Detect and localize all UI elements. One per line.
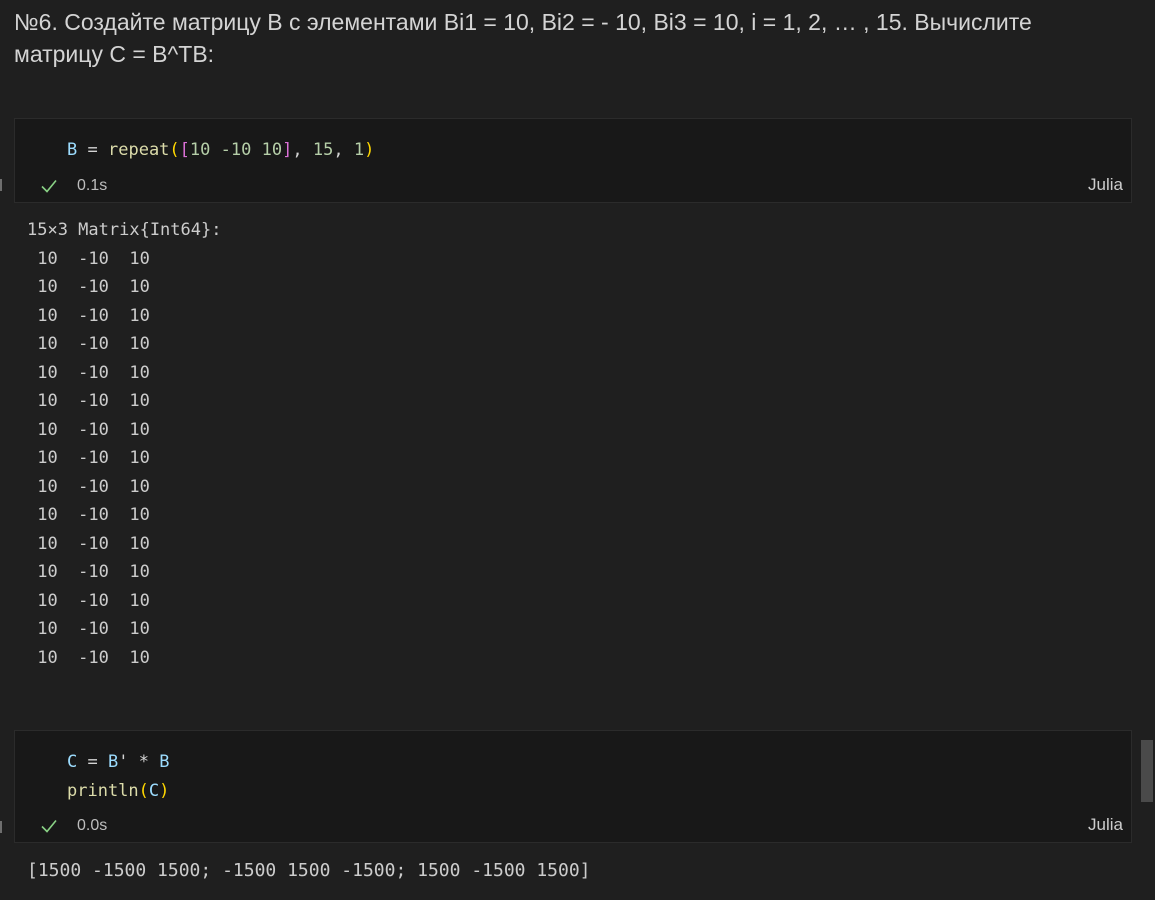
check-icon: [41, 179, 57, 193]
matrix-row: 10 -10 10: [27, 619, 150, 639]
matrix-row: 10 -10 10: [27, 476, 150, 497]
execution-status: 0.1s: [39, 176, 107, 196]
check-icon: [41, 819, 57, 833]
matrix-row: 10 -10 10: [27, 419, 150, 440]
code-editor[interactable]: C = B' * B println(C): [67, 748, 169, 806]
matrix-row: 10 -10 10: [27, 248, 150, 269]
output-matrix: 10 -10 10 10 -10 10 10 -10 10 10 -10 10 …: [27, 245, 221, 673]
language-selector[interactable]: Julia: [1088, 175, 1123, 195]
code-cell-2[interactable]: C = B' * B println(C) 0.0s Julia: [14, 730, 1132, 843]
cell-output-1: 15×3 Matrix{Int64}: 10 -10 10 10 -10 10 …: [27, 216, 221, 672]
code-editor[interactable]: B = repeat([10 -10 10], 15, 1): [67, 136, 374, 165]
matrix-row: 10 -10 10: [27, 647, 150, 668]
matrix-row: 10 -10 10: [27, 334, 150, 354]
matrix-row: 10 -10 10: [27, 505, 150, 525]
code-line-1: B = repeat([10 -10 10], 15, 1): [67, 140, 375, 160]
matrix-row: 10 -10 10: [27, 562, 150, 582]
code-line-1: C = B' * B: [67, 752, 170, 772]
execution-time: 0.0s: [77, 817, 108, 834]
matrix-row: 10 -10 10: [27, 277, 150, 297]
language-selector[interactable]: Julia: [1088, 815, 1123, 835]
cell-output-2: [1500 -1500 1500; -1500 1500 -1500; 1500…: [27, 860, 591, 881]
matrix-row: 10 -10 10: [27, 305, 150, 326]
matrix-row: 10 -10 10: [27, 391, 150, 411]
notebook-page: №6. Создайте матрицу B с элементами Bi1 …: [0, 0, 1155, 900]
markdown-cell: №6. Создайте матрицу B с элементами Bi1 …: [14, 9, 1032, 67]
output-header: 15×3 Matrix{Int64}:: [27, 220, 222, 240]
code-line-2: println(C): [67, 781, 170, 801]
vertical-scrollbar-thumb[interactable]: [1141, 740, 1153, 802]
matrix-row: 10 -10 10: [27, 362, 150, 383]
cell-gutter-marker: [0, 821, 2, 833]
execution-status: 0.0s: [39, 816, 107, 836]
cell-gutter-marker: [0, 179, 2, 191]
execution-time: 0.1s: [77, 177, 108, 194]
matrix-row: 10 -10 10: [27, 533, 150, 554]
matrix-row: 10 -10 10: [27, 448, 150, 468]
matrix-row: 10 -10 10: [27, 590, 150, 611]
code-cell-1[interactable]: B = repeat([10 -10 10], 15, 1) 0.1s Juli…: [14, 118, 1132, 203]
